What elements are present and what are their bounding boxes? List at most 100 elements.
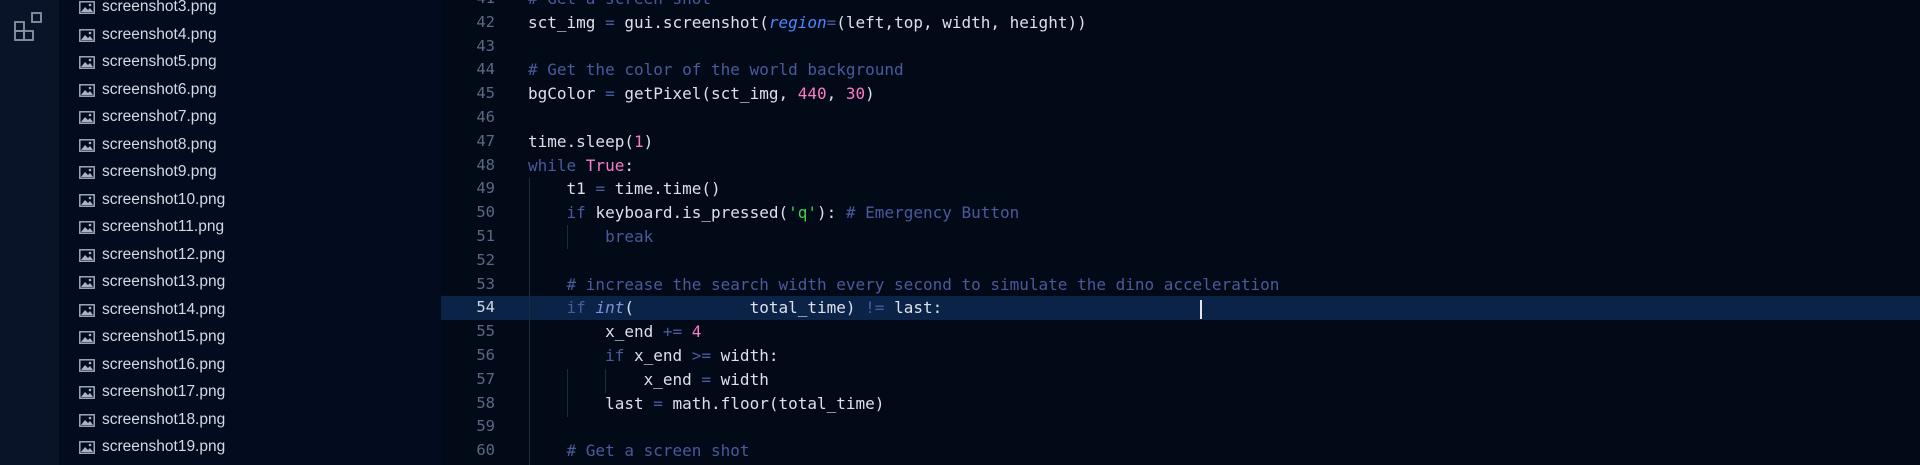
file-item[interactable]: screenshot5.png bbox=[59, 49, 441, 77]
image-file-icon bbox=[79, 111, 95, 124]
code-token: = bbox=[605, 12, 615, 32]
file-label: screenshot9.png bbox=[102, 163, 217, 180]
code-token: break bbox=[528, 226, 654, 246]
code-token: width: bbox=[711, 345, 779, 365]
code-line[interactable]: 58 last = math.floor(total_time) bbox=[441, 392, 1920, 416]
line-number: 59 bbox=[476, 417, 495, 436]
file-item[interactable]: screenshot14.png bbox=[59, 297, 441, 325]
image-file-icon bbox=[79, 248, 95, 262]
code-text: x_end = width bbox=[528, 368, 769, 392]
code-line[interactable]: 45 bgColor = getPixel(sct_img, 440, 30) bbox=[441, 82, 1920, 106]
explorer-sidebar: screenshot3.png screenshot4.png screenshot… bbox=[59, 0, 441, 465]
line-number: 47 bbox=[476, 131, 495, 150]
file-item[interactable]: screenshot13.png bbox=[59, 269, 441, 297]
extensions-icon[interactable] bbox=[13, 10, 45, 42]
code-line[interactable]: 56 if x_end >= width: bbox=[441, 344, 1920, 368]
file-item[interactable]: screenshot9.png bbox=[59, 159, 441, 187]
file-label: screenshot7.png bbox=[102, 108, 217, 125]
file-item[interactable]: screenshot3.png bbox=[59, 0, 441, 22]
code-token: x_end bbox=[633, 345, 692, 365]
image-file-icon bbox=[79, 441, 95, 454]
code-line[interactable]: 41 # Get a screen shot bbox=[441, 0, 1920, 11]
code-line[interactable]: 46 bbox=[441, 106, 1920, 130]
code-line[interactable]: 43 bbox=[441, 35, 1920, 59]
code-token: ) bbox=[865, 84, 875, 104]
image-file-icon bbox=[79, 386, 95, 399]
image-file-icon bbox=[79, 358, 95, 372]
code-text: time.sleep(1) bbox=[528, 130, 653, 154]
code-line[interactable]: 57 x_end = width bbox=[441, 368, 1920, 392]
code-token: True bbox=[585, 155, 625, 175]
file-item[interactable]: screenshot19.png bbox=[59, 434, 441, 462]
code-text: # Get the color of the world background bbox=[528, 58, 904, 82]
image-file-icon bbox=[79, 331, 95, 344]
code-line[interactable]: 54 if int( total_time) != last: bbox=[441, 296, 1920, 321]
file-item[interactable]: screenshot4.png bbox=[59, 22, 441, 50]
code-text: x_end += 4 bbox=[528, 320, 701, 344]
code-line[interactable]: 50 if keyboard.is_pressed('q'): # Emerge… bbox=[441, 201, 1920, 225]
code-text: # increase the search width every second… bbox=[528, 273, 1280, 297]
file-item[interactable]: screenshot11.png bbox=[59, 214, 441, 242]
file-item[interactable]: screenshot16.png bbox=[59, 352, 441, 380]
activity-bar bbox=[0, 0, 59, 465]
code-token: time.sleep( bbox=[528, 131, 634, 151]
indent-guide bbox=[567, 369, 568, 417]
code-line[interactable]: 48 while True: bbox=[441, 154, 1920, 178]
code-line[interactable]: 49 t1 = time.time() bbox=[441, 177, 1920, 201]
code-token: ( total_time) bbox=[624, 298, 866, 318]
file-item[interactable]: screenshot6.png bbox=[59, 77, 441, 105]
image-file-icon bbox=[79, 303, 95, 317]
line-number: 42 bbox=[476, 12, 495, 31]
code-line[interactable]: 51 break bbox=[441, 225, 1920, 249]
file-item[interactable]: screenshot18.png bbox=[59, 407, 441, 435]
file-item[interactable]: screenshot12.png bbox=[59, 242, 441, 270]
line-number: 58 bbox=[476, 393, 495, 412]
code-line[interactable]: 60 # Get a screen shot bbox=[441, 439, 1920, 463]
code-token: bgColor bbox=[528, 84, 606, 104]
code-line[interactable]: 59 bbox=[441, 415, 1920, 439]
code-text: if int( total_time) != last: bbox=[528, 296, 943, 320]
code-token: += bbox=[662, 322, 683, 342]
image-file-icon bbox=[79, 28, 95, 42]
code-token: = bbox=[605, 84, 615, 104]
file-item[interactable]: screenshot8.png bbox=[59, 132, 441, 160]
code-token: : bbox=[624, 155, 634, 175]
file-label: screenshot16.png bbox=[102, 355, 226, 373]
code-token: >= bbox=[691, 345, 712, 365]
code-token: gui.screenshot( bbox=[614, 12, 769, 32]
code-token: x_end bbox=[528, 369, 702, 389]
code-line[interactable]: 47 time.sleep(1) bbox=[441, 130, 1920, 154]
indent-guide bbox=[605, 369, 606, 393]
code-token: if bbox=[528, 298, 596, 318]
code-editor[interactable]: 41# Get a screen shot42 sct_img = gui.scr… bbox=[441, 0, 1920, 465]
code-token: 440 bbox=[797, 84, 827, 104]
file-item[interactable]: screenshot15.png bbox=[59, 324, 441, 352]
code-token: math.floor(total_time) bbox=[662, 393, 885, 413]
file-label: screenshot15.png bbox=[102, 328, 226, 345]
code-token: sct_img bbox=[528, 12, 606, 32]
code-line[interactable]: 52 bbox=[441, 249, 1920, 273]
code-line[interactable]: 55 x_end += 4 bbox=[441, 320, 1920, 344]
code-line[interactable]: 44 # Get the color of the world backgroun… bbox=[441, 58, 1920, 82]
line-number: 44 bbox=[476, 60, 495, 79]
file-item[interactable]: screenshot10.png bbox=[59, 187, 441, 215]
text-cursor bbox=[1200, 300, 1202, 319]
code-token: int bbox=[595, 298, 625, 318]
code-token: (left,top, width, height)) bbox=[836, 12, 1087, 32]
file-label: screenshot8.png bbox=[102, 135, 217, 153]
code-text: last = math.floor(total_time) bbox=[528, 392, 884, 416]
code-token: , bbox=[826, 84, 846, 104]
file-label: screenshot4.png bbox=[102, 25, 217, 43]
file-item[interactable]: screenshot7.png bbox=[59, 104, 441, 132]
file-label: screenshot11.png bbox=[102, 218, 225, 235]
code-token: getPixel(sct_img, bbox=[614, 84, 798, 104]
file-label: screenshot13.png bbox=[102, 273, 226, 290]
code-line[interactable]: 42 sct_img = gui.screenshot(region=(left,… bbox=[441, 11, 1920, 35]
file-item[interactable]: screenshot17.png bbox=[59, 379, 441, 407]
code-token: while bbox=[528, 155, 586, 175]
code-text: break bbox=[528, 225, 653, 249]
line-number: 45 bbox=[476, 84, 495, 103]
code-line[interactable]: 53 # increase the search width every sec… bbox=[441, 273, 1920, 297]
file-label: screenshot18.png bbox=[102, 410, 226, 428]
